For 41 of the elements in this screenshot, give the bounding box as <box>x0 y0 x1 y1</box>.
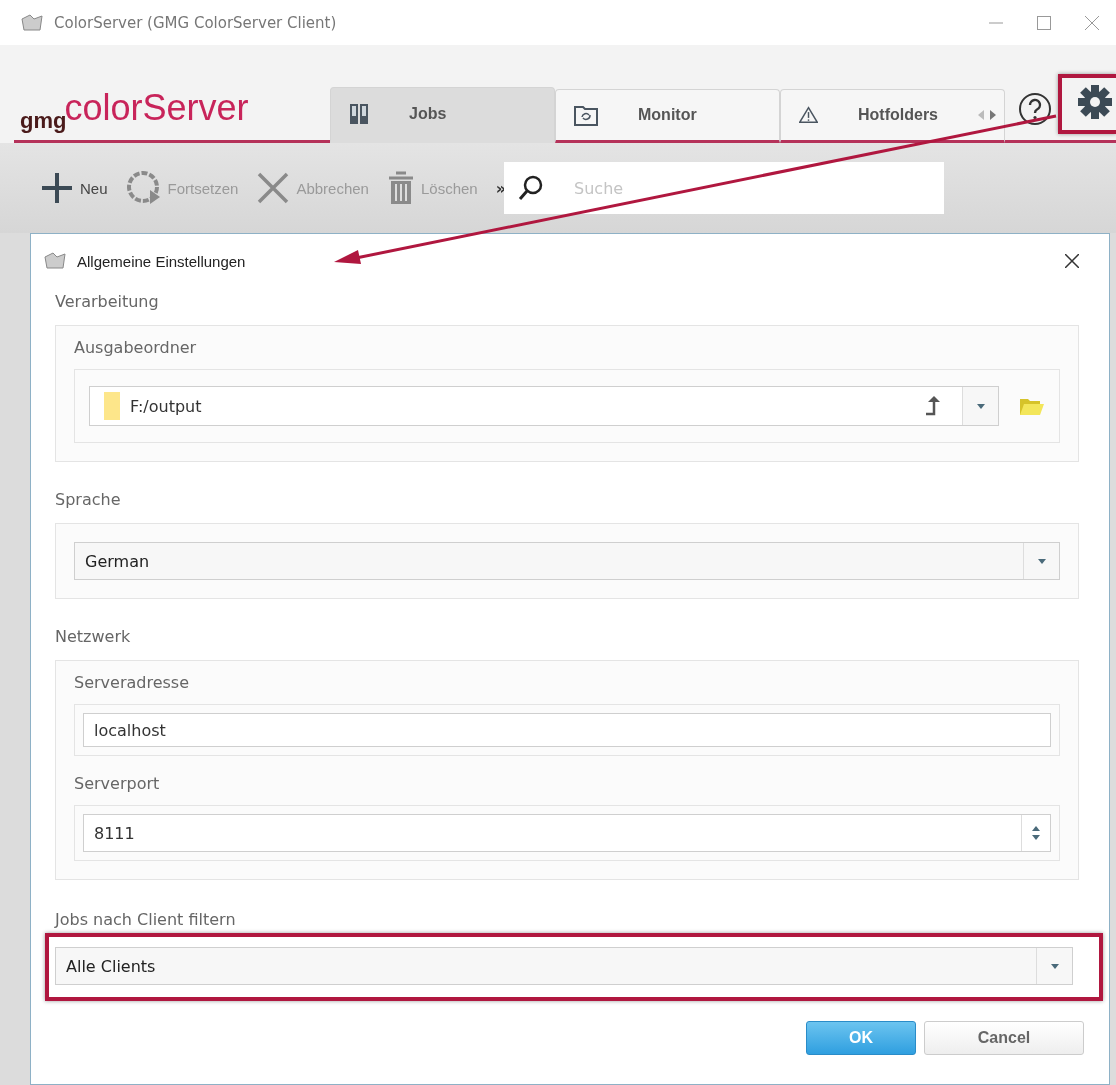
caret-icon <box>976 403 985 409</box>
field-label: Serverport <box>74 774 161 793</box>
dialog-title: Allgemeine Einstellungen <box>77 252 247 270</box>
binder-icon <box>349 103 369 125</box>
number-field[interactable]: 8111 <box>83 814 1051 852</box>
input-field[interactable]: localhost <box>83 713 1051 747</box>
language-dropdown[interactable]: German <box>74 542 1060 580</box>
folder-icon <box>104 392 120 420</box>
maximize-icon[interactable] <box>1037 15 1051 30</box>
cancel-button[interactable]: Cancel <box>924 1021 1084 1055</box>
cross-icon <box>256 171 291 205</box>
plus-icon <box>40 171 74 205</box>
tab[interactable]: Monitor <box>555 89 780 143</box>
field-label: Serveradresse <box>74 673 190 692</box>
app-icon <box>20 12 44 33</box>
logo-prefix: gmg <box>19 108 67 134</box>
client-filter-dropdown[interactable]: Alle Clients <box>55 947 1073 985</box>
section-label: Verarbeitung <box>55 292 160 311</box>
app-icon <box>43 251 67 271</box>
path-field[interactable]: F:/output <box>89 386 999 426</box>
window-title: ColorServer (GMG ColorServer Client) <box>54 13 338 32</box>
logo-name: colorServer <box>64 90 249 126</box>
caret-icon <box>1050 963 1059 969</box>
help-icon[interactable] <box>1018 92 1052 126</box>
field-label: Jobs nach Client filtern <box>55 910 237 929</box>
folder-icon <box>574 104 598 126</box>
field-label: Ausgabeordner <box>74 338 198 357</box>
warning-icon <box>799 104 818 126</box>
scroll-right-icon[interactable] <box>990 110 996 120</box>
refresh-icon <box>125 170 162 206</box>
tab[interactable]: Jobs <box>330 87 555 143</box>
spin-up-icon[interactable] <box>1032 826 1040 831</box>
section-label: Netzwerk <box>55 627 132 646</box>
caret-icon <box>1037 558 1046 564</box>
search-icon <box>518 175 545 201</box>
spin-down-icon <box>1032 835 1040 840</box>
toolbar-button[interactable]: Neu <box>40 171 108 205</box>
tab[interactable]: Hotfolders <box>780 89 1005 143</box>
trash-icon <box>386 170 415 206</box>
section-label: Sprache <box>55 490 122 509</box>
close-icon[interactable] <box>1065 254 1079 268</box>
